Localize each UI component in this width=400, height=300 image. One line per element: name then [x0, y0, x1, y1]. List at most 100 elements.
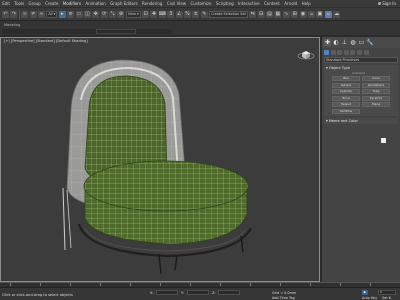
menu-interactive[interactable]: Interactive: [236, 0, 262, 7]
align-icon[interactable]: ⊟: [257, 10, 265, 18]
user-icon: [378, 2, 382, 5]
plane-button[interactable]: Plane: [362, 102, 390, 107]
create-selection-set-dropdown[interactable]: Create Selection Set: [209, 10, 248, 18]
menu-help[interactable]: Help: [299, 0, 313, 7]
motion-tab-icon[interactable]: ◍: [350, 39, 357, 46]
utilities-tab-icon[interactable]: 🔧: [366, 39, 373, 46]
textplus-button[interactable]: TextPlus: [332, 108, 360, 114]
render-production-icon[interactable]: ☕: [324, 10, 332, 18]
pivot-center-icon[interactable]: ⊡: [142, 10, 150, 18]
geometry-icon[interactable]: [324, 49, 329, 55]
grid-size-label: Grid = 0.0mm: [272, 291, 297, 295]
pyramid-button[interactable]: Pyramid: [362, 95, 390, 101]
torus-button[interactable]: Torus: [332, 95, 360, 101]
menu-group[interactable]: Group: [26, 0, 43, 7]
name-and-color-header[interactable]: ▾ Name and Color: [324, 118, 398, 124]
angle-snap-icon[interactable]: ∠: [175, 10, 183, 18]
move-icon[interactable]: ✥: [92, 10, 100, 18]
spinner-snap-icon[interactable]: ±: [192, 10, 200, 18]
menu-arnold[interactable]: Arnold: [282, 0, 299, 7]
hierarchy-tab-icon[interactable]: ⊥: [341, 39, 348, 46]
name-and-color-rollout: ▾ Name and Color: [324, 117, 398, 124]
rectangle-selection-icon[interactable]: ▭: [75, 10, 83, 18]
x-coordinate-field[interactable]: [156, 290, 178, 295]
auto-key-button[interactable]: Auto Key: [362, 296, 377, 300]
snap-icon[interactable]: 3: [167, 10, 175, 18]
reference-coordinate-dropdown[interactable]: View ▾: [125, 10, 141, 18]
sign-in-area[interactable]: Sign In: [378, 1, 396, 6]
layer-explorer-icon[interactable]: ▤: [265, 10, 273, 18]
select-object-icon[interactable]: ▸: [58, 10, 66, 18]
ribbon-field[interactable]: [96, 29, 136, 34]
unlink-icon[interactable]: ≠: [29, 10, 37, 18]
select-by-name-icon[interactable]: ≡: [67, 10, 75, 18]
frame-field[interactable]: 0: [378, 290, 396, 295]
menu-civil-view[interactable]: Civil View: [165, 0, 189, 7]
set-key-button[interactable]: Set K.: [382, 296, 392, 300]
redo-icon[interactable]: ↷: [10, 10, 18, 18]
menu-animation[interactable]: Animation: [83, 0, 108, 7]
space-warps-icon[interactable]: [356, 49, 362, 55]
tube-button[interactable]: Tube: [362, 89, 390, 94]
systems-icon[interactable]: [363, 49, 369, 55]
play-button[interactable]: ▶: [362, 290, 368, 295]
schematic-view-icon[interactable]: ⊞: [291, 10, 299, 18]
window-crossing-icon[interactable]: ◫: [83, 10, 91, 18]
manipulate-icon[interactable]: ✚: [150, 10, 158, 18]
cone-button[interactable]: Cone: [362, 76, 390, 81]
create-category-icons: [322, 48, 400, 56]
menu-modifiers[interactable]: Modifiers: [61, 0, 84, 7]
ribbon-tab-modeling[interactable]: Modeling: [4, 23, 20, 27]
primitive-type-dropdown[interactable]: Standard Primitives: [324, 57, 398, 63]
lights-icon[interactable]: [337, 49, 343, 55]
menu-rendering[interactable]: Rendering: [140, 0, 165, 7]
rendered-frame-window-icon[interactable]: ▣: [316, 10, 324, 18]
link-icon[interactable]: ∞: [21, 10, 29, 18]
curve-editor-icon[interactable]: ∿: [282, 10, 290, 18]
display-tab-icon[interactable]: ▭: [358, 39, 365, 46]
material-editor-icon[interactable]: ◉: [299, 10, 307, 18]
menu-tools[interactable]: Tools: [12, 0, 26, 7]
helpers-icon[interactable]: [350, 49, 356, 55]
menu-create[interactable]: Create: [43, 0, 61, 7]
mirror-icon[interactable]: ⇋: [249, 10, 257, 18]
modify-tab-icon[interactable]: ◐: [333, 39, 340, 46]
timeline-tick: [310, 283, 311, 286]
rotate-icon[interactable]: ⟳: [100, 10, 108, 18]
shapes-icon[interactable]: [330, 49, 336, 55]
percent-snap-icon[interactable]: %: [184, 10, 192, 18]
menu-graph-editors[interactable]: Graph Editors: [108, 0, 140, 7]
create-tab-icon[interactable]: ✚: [324, 39, 331, 46]
chair-model[interactable]: [1, 38, 320, 282]
perspective-viewport[interactable]: [+] [Perspective] [Standard] [Default Sh…: [0, 37, 320, 282]
edit-named-selection-icon[interactable]: ✎: [200, 10, 208, 18]
menu-content[interactable]: Content: [262, 0, 282, 7]
bind-space-warp-icon[interactable]: ≈: [37, 10, 45, 18]
object-color-swatch[interactable]: [381, 138, 386, 143]
add-time-tag-button[interactable]: Add Time Tag: [272, 296, 295, 300]
undo-icon[interactable]: ↶: [2, 10, 9, 18]
placement-icon[interactable]: ⊕: [117, 10, 125, 18]
sign-in-label[interactable]: Sign In: [382, 1, 396, 6]
z-coordinate-field[interactable]: [218, 290, 240, 295]
geosphere-button[interactable]: GeoSphere: [362, 82, 390, 88]
box-button[interactable]: Box: [332, 76, 360, 81]
teapot-button[interactable]: Teapot: [332, 102, 360, 107]
sphere-button[interactable]: Sphere: [332, 82, 360, 88]
menu-customize[interactable]: Customize: [188, 0, 213, 7]
seat-top: [83, 160, 249, 212]
cameras-icon[interactable]: [343, 49, 349, 55]
menu-scripting[interactable]: Scripting: [214, 0, 236, 7]
scale-icon[interactable]: ⤡: [109, 10, 117, 18]
keyboard-shortcut-icon[interactable]: ⌨: [159, 10, 166, 18]
cylinder-button[interactable]: Cylinder: [332, 89, 360, 94]
y-label: Y:: [181, 291, 184, 295]
selection-filter-dropdown[interactable]: All ▾: [46, 10, 58, 18]
ribbon: Modeling: [0, 20, 400, 35]
menu-edit[interactable]: Edit: [0, 0, 12, 7]
render-setup-icon[interactable]: ☕: [307, 10, 315, 18]
y-coordinate-field[interactable]: [187, 290, 209, 295]
toggle-ribbon-icon[interactable]: ▦: [274, 10, 282, 18]
render-in-cloud-icon[interactable]: ☁: [333, 10, 341, 18]
leg-front-right: [174, 254, 178, 271]
